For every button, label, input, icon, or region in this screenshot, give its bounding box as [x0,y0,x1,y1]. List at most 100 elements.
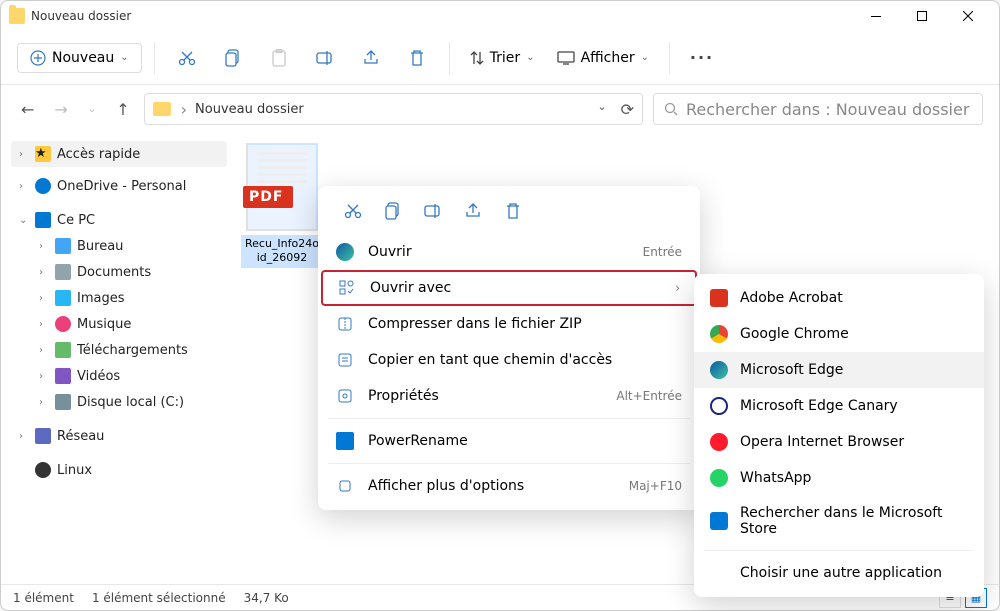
file-thumbnail: PDF [246,143,318,231]
sub-label: WhatsApp [740,470,811,486]
sidebar: › ★ Accès rapide › OneDrive - Personal ⌄… [1,133,227,584]
separator [704,550,974,551]
sidebar-linux[interactable]: Linux [11,457,227,483]
chevron-right-icon: › [39,371,49,382]
up-button[interactable]: ↑ [112,96,133,123]
forward-button[interactable]: → [50,96,71,123]
divider [669,42,670,74]
whatsapp-icon [710,469,728,487]
chevron-right-icon: › [19,181,29,192]
copy-button[interactable] [376,196,410,226]
copy-button[interactable] [213,38,253,78]
open-with-icon [338,279,356,297]
titlebar: Nouveau dossier [1,1,999,31]
delete-button[interactable] [397,38,437,78]
ctx-open-with[interactable]: Ouvrir avec › [321,270,697,306]
rename-button[interactable] [416,196,450,226]
sub-whatsapp[interactable]: WhatsApp [694,460,984,496]
back-button[interactable]: ← [17,96,38,123]
sidebar-images[interactable]: ›Images [11,285,227,311]
desktop-icon [55,238,71,254]
sidebar-onedrive[interactable]: › OneDrive - Personal [11,173,227,199]
sidebar-desktop[interactable]: ›Bureau [11,233,227,259]
recent-dropdown[interactable]: ⌄ [84,100,100,119]
chevron-right-icon: › [19,431,29,442]
new-button[interactable]: Nouveau ⌄ [17,43,142,73]
ctx-power-rename[interactable]: PowerRename [318,423,700,459]
refresh-button[interactable]: ⟳ [621,100,634,119]
ctx-label: Propriétés [368,388,439,404]
scissors-icon [344,202,362,220]
search-placeholder: Rechercher dans : Nouveau dossier [686,100,969,119]
chevron-right-icon: › [181,100,187,119]
sidebar-network[interactable]: ›Réseau [11,423,227,449]
file-name: Recu_Info24oid_26092 [241,235,323,268]
maximize-button[interactable] [899,1,945,31]
cut-button[interactable] [336,196,370,226]
star-icon: ★ [35,146,51,162]
sidebar-videos[interactable]: › Vidéos [11,363,227,389]
store-icon [710,512,728,530]
rename-button[interactable] [305,38,345,78]
ctx-copy-path[interactable]: Copier en tant que chemin d'accès [318,342,700,378]
sidebar-quick-access[interactable]: › ★ Accès rapide [11,141,227,167]
share-button[interactable] [456,196,490,226]
sidebar-this-pc[interactable]: ⌄ Ce PC [11,207,227,233]
sidebar-music[interactable]: ›Musique [11,311,227,337]
toolbar: Nouveau ⌄ Trier ⌄ Afficher ⌄ ··· [1,31,999,85]
ctx-label: PowerRename [368,433,468,449]
cut-button[interactable] [167,38,207,78]
display-button[interactable]: Afficher ⌄ [549,44,657,72]
ctx-compress[interactable]: Compresser dans le fichier ZIP [318,306,700,342]
opera-icon [710,433,728,451]
share-button[interactable] [351,38,391,78]
paste-button[interactable] [259,38,299,78]
sub-store[interactable]: Rechercher dans le Microsoft Store [694,496,984,546]
sub-label: Microsoft Edge Canary [740,398,898,414]
ctx-more-options[interactable]: Afficher plus d'options Maj+F10 [318,468,700,504]
cloud-icon [35,178,51,194]
sub-other[interactable]: Choisir une autre application [694,555,984,591]
videos-icon [55,368,71,384]
rename-icon [316,50,334,66]
display-label: Afficher [581,50,635,66]
chevron-down-icon: ⌄ [526,52,534,63]
sidebar-local-disk[interactable]: ›Disque local (C:) [11,389,227,415]
address-bar[interactable]: › Nouveau dossier ⌄ ⟳ [144,93,643,125]
chevron-down-icon[interactable]: ⌄ [597,100,606,119]
sub-edge-canary[interactable]: Microsoft Edge Canary [694,388,984,424]
linux-icon [35,462,51,478]
sub-adobe[interactable]: Adobe Acrobat [694,280,984,316]
sidebar-documents[interactable]: ›Documents [11,259,227,285]
paste-icon [271,49,287,67]
sub-label: Opera Internet Browser [740,434,904,450]
chrome-icon [710,325,728,343]
rename-icon [424,203,442,219]
close-button[interactable] [945,1,991,31]
sub-edge[interactable]: Microsoft Edge [694,352,984,388]
search-input[interactable]: Rechercher dans : Nouveau dossier [653,93,983,125]
ctx-open[interactable]: Ouvrir Entrée [318,234,700,270]
sort-button[interactable]: Trier ⌄ [462,44,543,72]
sidebar-downloads[interactable]: ›Téléchargements [11,337,227,363]
file-item[interactable]: PDF Recu_Info24oid_26092 [241,143,323,268]
more-button[interactable]: ··· [682,38,722,78]
sub-label: Rechercher dans le Microsoft Store [740,505,968,537]
ctx-shortcut: Entrée [643,245,682,259]
display-icon [557,51,575,65]
minimize-button[interactable] [853,1,899,31]
ctx-properties[interactable]: Propriétés Alt+Entrée [318,378,700,414]
chevron-right-icon: › [39,267,49,278]
sub-label: Microsoft Edge [740,362,843,378]
chevron-right-icon: › [675,281,680,295]
ctx-label: Afficher plus d'options [368,478,524,494]
new-label: Nouveau [52,50,114,66]
delete-button[interactable] [496,196,530,226]
sub-chrome[interactable]: Google Chrome [694,316,984,352]
sub-opera[interactable]: Opera Internet Browser [694,424,984,460]
sidebar-label: Vidéos [77,369,120,384]
adobe-icon [710,289,728,307]
plus-circle-icon [30,50,46,66]
network-icon [35,428,51,444]
folder-icon [153,102,171,116]
